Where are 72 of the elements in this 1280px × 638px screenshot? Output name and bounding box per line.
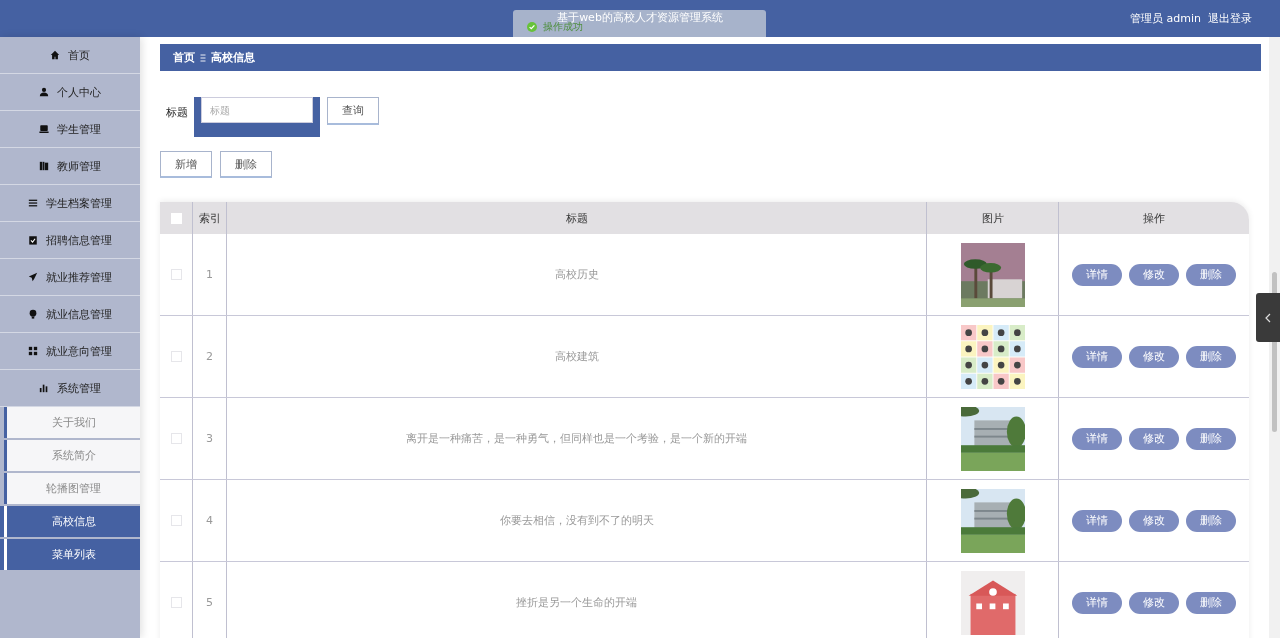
title-cell: 你要去相信，没有到不了的明天 [227, 480, 927, 561]
monitor-icon [39, 124, 49, 134]
book-icon [39, 161, 49, 171]
index-cell: 4 [193, 480, 227, 561]
breadcrumb-link[interactable]: 高校信息 [211, 50, 255, 65]
collapse-tab[interactable] [1256, 293, 1280, 342]
title-cell: 高校历史 [227, 234, 927, 315]
clipboard-check-icon [28, 235, 38, 245]
menu-item[interactable]: 招聘信息管理 [0, 222, 140, 259]
breadcrumb-link[interactable]: 首页 [173, 50, 195, 65]
details-button[interactable]: 详情 [1072, 591, 1122, 614]
add-button[interactable]: 新增 [160, 151, 212, 178]
grid-icon [28, 346, 38, 356]
column-header: 索引 [193, 202, 227, 234]
details-button[interactable]: 详情 [1072, 263, 1122, 286]
search-label: 标题 [166, 105, 188, 120]
submenu-item[interactable]: 关于我们 [4, 407, 140, 438]
toast-message: 操作成功 [543, 21, 583, 34]
delete-button[interactable]: 删除 [1186, 591, 1236, 614]
column-header: 操作 [1142, 210, 1166, 227]
index-cell: 3 [193, 398, 227, 479]
separator-icon [200, 53, 206, 62]
home-icon [50, 50, 60, 60]
bar-chart-icon [39, 383, 49, 393]
scrollbar[interactable] [1269, 37, 1280, 638]
index-cell: 2 [193, 316, 227, 397]
edit-button[interactable]: 修改 [1129, 591, 1179, 614]
index-cell: 1 [193, 234, 227, 315]
index-cell: 5 [193, 562, 227, 638]
title-search-field[interactable]: 标题 [194, 97, 320, 137]
menu-item[interactable]: 就业推荐管理 [0, 259, 140, 296]
user-icon [39, 87, 49, 97]
delete-button[interactable]: 删除 [220, 151, 272, 178]
delete-button[interactable]: 删除 [1186, 427, 1236, 450]
row-checkbox[interactable] [170, 597, 182, 608]
menu-item[interactable]: 个人中心 [0, 74, 140, 111]
row-checkbox[interactable] [170, 269, 182, 280]
edit-button[interactable]: 修改 [1129, 345, 1179, 368]
menu-item[interactable]: 学生管理 [0, 111, 140, 148]
user-label: 管理员 admin [1130, 11, 1201, 26]
details-button[interactable]: 详情 [1072, 345, 1122, 368]
check-circle-icon [527, 22, 537, 32]
row-checkbox[interactable] [170, 433, 182, 444]
title-cell: 高校建筑 [227, 316, 927, 397]
paper-plane-icon [28, 272, 38, 282]
query-button[interactable]: 查询 [327, 97, 379, 125]
submenu-item[interactable]: 系统简介 [4, 440, 140, 471]
row-checkbox[interactable] [170, 351, 182, 362]
delete-button[interactable]: 删除 [1186, 345, 1236, 368]
details-button[interactable]: 详情 [1072, 509, 1122, 532]
details-button[interactable]: 详情 [1072, 427, 1122, 450]
column-header: 图片 [927, 202, 1059, 234]
chevron-left-icon [1265, 312, 1271, 323]
logout-link[interactable]: 退出登录 [1208, 11, 1252, 26]
menu-item[interactable]: 教师管理 [0, 148, 140, 185]
title-cell: 离开是一种痛苦，是一种勇气，但同样也是一个考验，是一个新的开端 [227, 398, 927, 479]
menu-item[interactable]: 就业意向管理 [0, 333, 140, 370]
title-cell: 挫折是另一个生命的开端 [227, 562, 927, 638]
menu-item[interactable]: 就业信息管理 [0, 296, 140, 333]
submenu-item[interactable]: 轮播图管理 [4, 473, 140, 504]
menu-item[interactable]: 学生档案管理 [0, 185, 140, 222]
delete-button[interactable]: 删除 [1186, 263, 1236, 286]
edit-button[interactable]: 修改 [1129, 509, 1179, 532]
edit-button[interactable]: 修改 [1129, 427, 1179, 450]
lightbulb-icon [28, 309, 38, 319]
list-icon [28, 198, 38, 208]
select-all-checkbox[interactable] [170, 212, 182, 224]
column-header: 标题 [227, 202, 927, 234]
delete-button[interactable]: 删除 [1186, 509, 1236, 532]
row-checkbox[interactable] [170, 515, 182, 526]
edit-button[interactable]: 修改 [1129, 263, 1179, 286]
menu-item[interactable]: 首页 [0, 37, 140, 74]
